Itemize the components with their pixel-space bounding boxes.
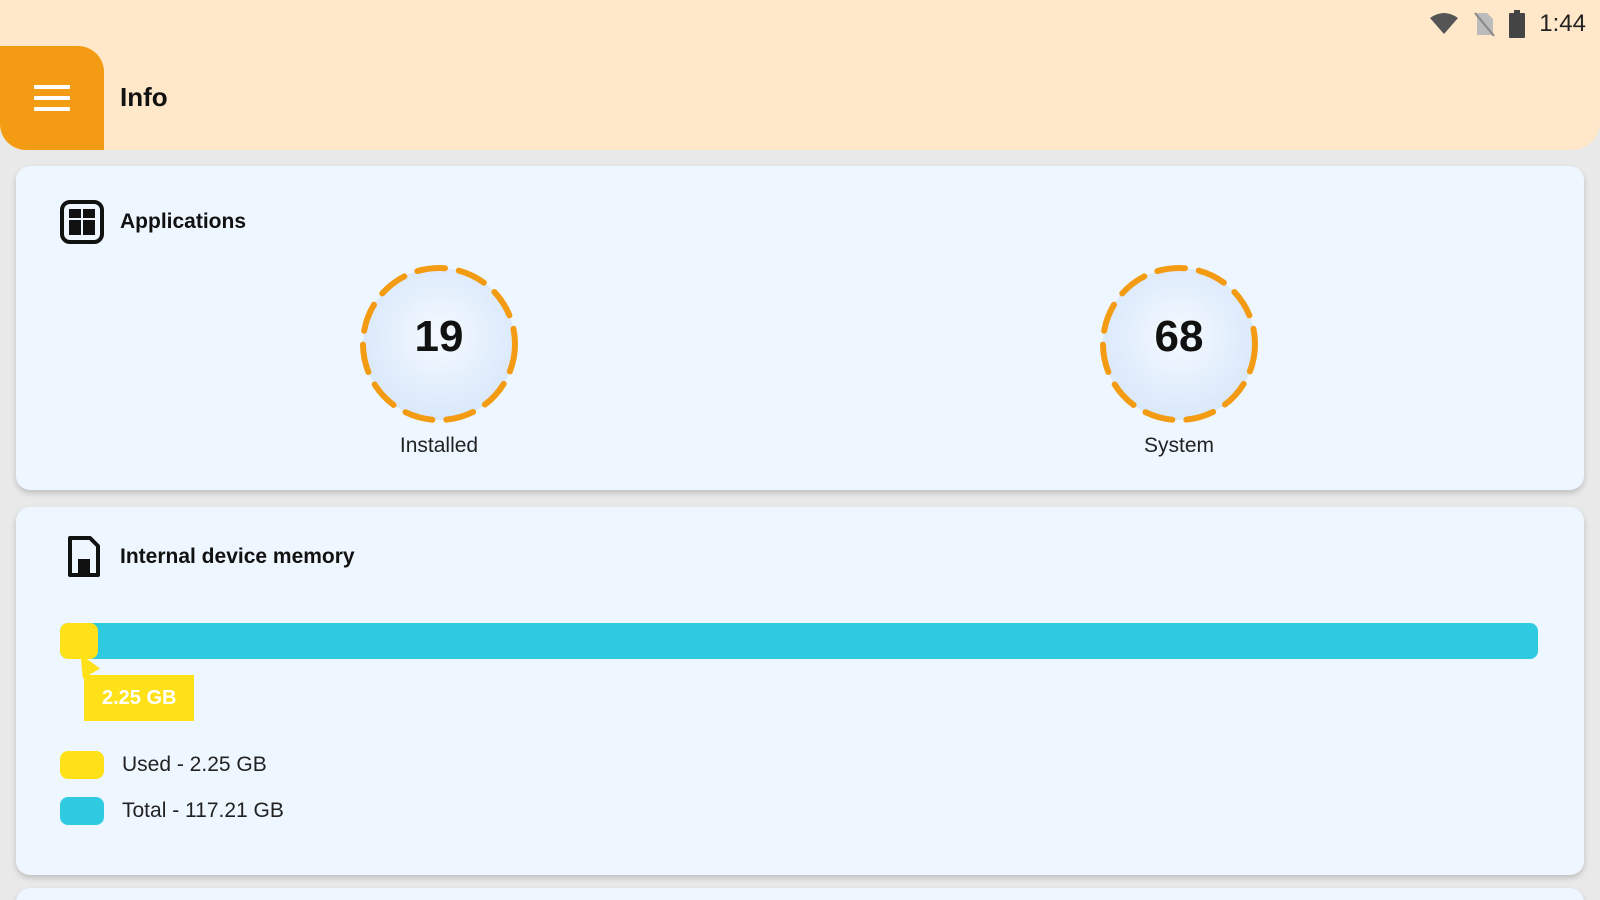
memory-usage-bar[interactable] [60, 623, 1538, 659]
legend-total-swatch [60, 797, 104, 825]
installed-ring: 19 [357, 262, 521, 426]
legend-used: Used - 2.25 GB [60, 751, 267, 779]
no-sim-icon [1474, 12, 1496, 37]
apps-grid-icon [60, 200, 104, 244]
system-count: 68 [1154, 312, 1204, 361]
legend-used-label: Used - 2.25 GB [122, 753, 267, 776]
installed-stat[interactable]: 19 Installed [349, 262, 529, 458]
next-card [16, 888, 1584, 900]
usage-bubble: 2.25 GB [84, 675, 195, 721]
battery-icon [1509, 10, 1526, 38]
legend-total-label: Total - 117.21 GB [122, 799, 284, 822]
system-caption: System [1143, 434, 1214, 457]
applications-header: Applications [60, 200, 246, 244]
sd-card-icon [68, 536, 100, 577]
system-ring: 68 [1097, 262, 1261, 426]
status-bar: 1:44 [1429, 8, 1586, 40]
memory-header: Internal device memory [60, 535, 355, 579]
status-time: 1:44 [1539, 10, 1586, 37]
legend-used-swatch [60, 751, 104, 779]
system-stat[interactable]: 68 System [1089, 262, 1269, 458]
memory-used-fill [60, 623, 98, 659]
installed-caption: Installed [399, 434, 479, 457]
wifi-icon [1430, 13, 1459, 34]
memory-label: Internal device memory [120, 545, 355, 568]
legend-total: Total - 117.21 GB [60, 797, 284, 825]
memory-card: Internal device memory 2.25 GB Used - 2.… [16, 507, 1584, 875]
menu-button[interactable] [0, 46, 104, 150]
app-bar: 1:44 Info [0, 0, 1600, 150]
applications-label: Applications [120, 210, 247, 233]
applications-card: Applications 19 Installed 68 System [16, 166, 1584, 490]
installed-count: 19 [414, 312, 464, 361]
menu-icon [34, 85, 70, 111]
page-title: Info [120, 82, 168, 112]
